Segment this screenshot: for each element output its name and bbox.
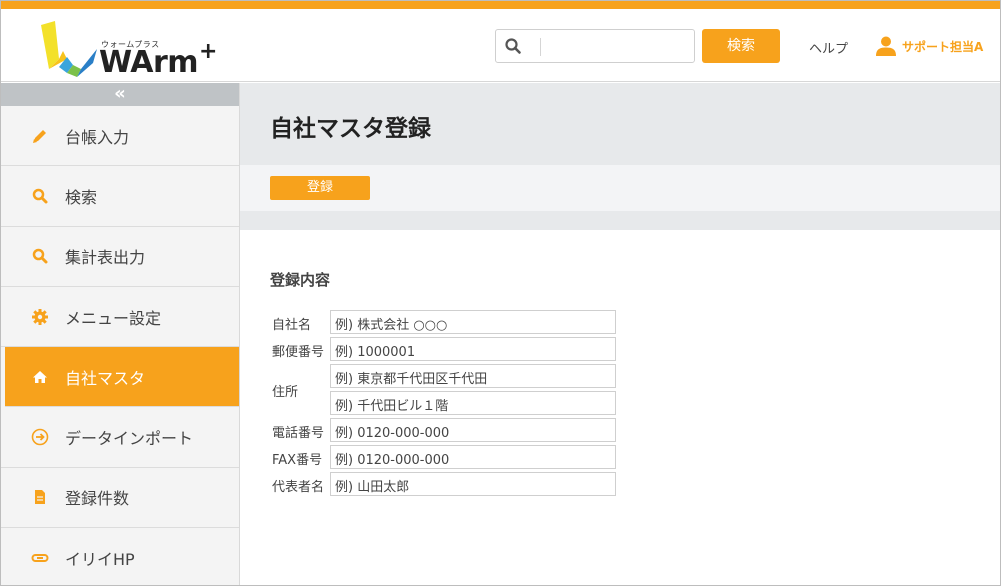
- logo-mark-icon: [41, 21, 97, 77]
- representative-field[interactable]: 例) 山田太郎: [330, 472, 616, 496]
- sidebar-item-label: 登録件数: [65, 489, 130, 509]
- main-content: 自社マスタ登録 登録 登録内容 自社名 例) 株式会社 ○○○ 郵便番号 例) …: [240, 83, 1000, 585]
- link-icon: [31, 553, 49, 562]
- sidebar-collapse-button[interactable]: «: [1, 83, 239, 106]
- warm-logo[interactable]: ウォームプラス WArm +: [37, 19, 227, 79]
- fax-field[interactable]: 例) 0120-000-000: [330, 445, 616, 469]
- action-band: 登録: [240, 165, 1000, 230]
- company-name-field[interactable]: 例) 株式会社 ○○○: [330, 310, 616, 334]
- search-separator: [540, 38, 541, 56]
- document-icon: [35, 490, 45, 505]
- sidebar-item-label: イリイHP: [65, 549, 135, 569]
- address-line2-field[interactable]: 例) 千代田ビル１階: [330, 391, 616, 415]
- search-icon: [505, 38, 521, 54]
- search-icon: [32, 248, 48, 264]
- register-button[interactable]: 登録: [270, 176, 370, 200]
- search-icon: [32, 188, 48, 204]
- gear-icon: [32, 308, 48, 325]
- sidebar-item-irii-hp[interactable]: イリイHP: [1, 528, 239, 585]
- company-name-label: 自社名: [272, 318, 312, 333]
- home-icon: [33, 370, 47, 383]
- phone-field[interactable]: 例) 0120-000-000: [330, 418, 616, 442]
- header: ウォームプラス WArm + 検索 ヘルプ サポート担当A: [1, 9, 1000, 82]
- sidebar-item-summary-output[interactable]: 集計表出力: [1, 226, 239, 287]
- title-band: 自社マスタ登録: [240, 83, 1000, 165]
- sidebar: « 台帳入力 検索 集計表出力 メニュー設定 自社マスタ データインポート 登録…: [1, 83, 240, 585]
- import-icon: [31, 428, 49, 446]
- search-button[interactable]: 検索: [702, 29, 780, 63]
- search-input[interactable]: [546, 34, 686, 58]
- representative-label: 代表者名: [272, 480, 325, 495]
- postal-code-field[interactable]: 例) 1000001: [330, 337, 616, 361]
- sidebar-item-label: 台帳入力: [65, 127, 130, 147]
- fax-label: FAX番号: [272, 453, 323, 468]
- sidebar-item-search[interactable]: 検索: [1, 166, 239, 227]
- sidebar-item-menu-settings[interactable]: メニュー設定: [1, 286, 239, 348]
- sidebar-item-data-import[interactable]: データインポート: [1, 407, 239, 468]
- address-label: 住所: [272, 385, 299, 400]
- accent-top-bar: [1, 1, 1000, 9]
- sidebar-item-label: メニュー設定: [65, 308, 162, 328]
- sidebar-item-label: 集計表出力: [65, 248, 146, 268]
- help-link[interactable]: ヘルプ: [809, 38, 848, 57]
- page-title: 自社マスタ登録: [270, 116, 431, 142]
- user-icon: [876, 36, 896, 56]
- sidebar-item-label: 自社マスタ: [65, 368, 146, 388]
- pencil-icon: [33, 129, 46, 143]
- sidebar-item-ledger-input[interactable]: 台帳入力: [1, 106, 239, 167]
- postal-code-label: 郵便番号: [272, 345, 325, 360]
- search-box: [495, 29, 695, 63]
- sidebar-item-registration-count[interactable]: 登録件数: [1, 467, 239, 529]
- sidebar-item-label: 検索: [65, 187, 98, 207]
- phone-label: 電話番号: [272, 426, 325, 441]
- user-name: サポート担当A: [902, 39, 984, 54]
- sidebar-item-label: データインポート: [65, 429, 194, 449]
- section-title: 登録内容: [270, 271, 331, 289]
- logo-text: WArm: [99, 45, 199, 80]
- address-line1-field[interactable]: 例) 東京都千代田区千代田: [330, 364, 616, 388]
- app-window: ウォームプラス WArm + 検索 ヘルプ サポート担当A « 台帳入力 検索 …: [0, 0, 1001, 586]
- sidebar-item-company-master[interactable]: 自社マスタ: [5, 347, 239, 408]
- logo-plus: +: [199, 39, 218, 64]
- user-menu[interactable]: サポート担当A: [875, 34, 983, 58]
